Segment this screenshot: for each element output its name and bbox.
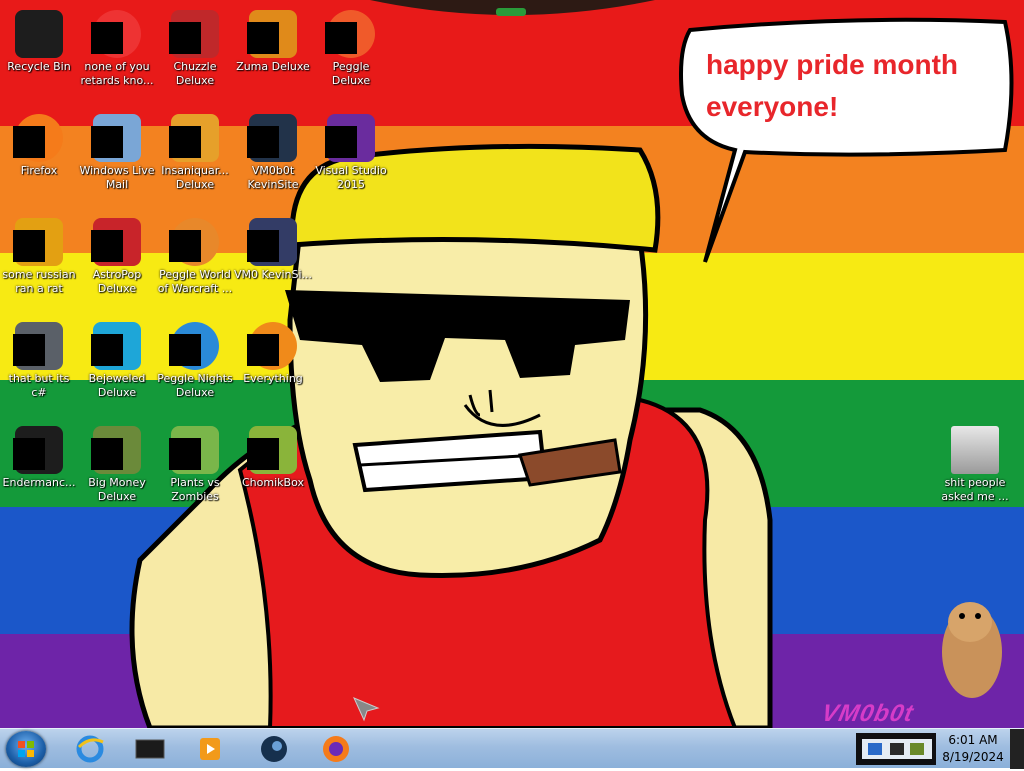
artist-signature: VM0b0t [819, 700, 917, 727]
desktop-icon-label: Endermanc... [2, 476, 76, 489]
desktop-icon-peggle[interactable]: Peggle Deluxe [312, 4, 390, 104]
clock-time: 6:01 AM [948, 733, 998, 747]
desktop-icon-label: Plants vs Zombies [170, 476, 220, 503]
desktop-icon-label: Peggle World of Warcraft ... [157, 268, 233, 295]
desktop-icon-peggle-nights[interactable]: Peggle Nights Deluxe [156, 316, 234, 416]
speech-bubble-text: happy pride month everyone! [706, 49, 958, 122]
console-icon [135, 739, 165, 759]
desktop-icon-label: Chuzzle Deluxe [173, 60, 217, 87]
desktop-icon-label: shit people asked me ... [941, 476, 1009, 503]
desktop-icon-executable[interactable]: some russian ran a rat [0, 212, 78, 312]
desktop-icon-label: Peggle Nights Deluxe [157, 372, 233, 399]
desktop-icon-label: Insaniquar... Deluxe [161, 164, 229, 191]
desktop-icon-label: ChomikBox [242, 476, 304, 489]
recycle-bin-icon [15, 10, 63, 58]
desktop-icon-big-money[interactable]: Big Money Deluxe [78, 420, 156, 520]
desktop-icon-label: Windows Live Mail [79, 164, 155, 191]
clock[interactable]: 6:01 AM 8/19/2024 [938, 732, 1008, 766]
desktop-icon-mail[interactable]: Windows Live Mail [78, 108, 156, 208]
desktop-icon-label: Firefox [20, 164, 58, 177]
desktop-icon-insaniquarium[interactable]: Insaniquar... Deluxe [156, 108, 234, 208]
taskbar-pin-console[interactable] [128, 731, 172, 767]
clock-date: 8/19/2024 [942, 750, 1004, 764]
desktop-icon-label: AstroPop Deluxe [92, 268, 142, 295]
desktop-icon-label: Peggle Deluxe [331, 60, 371, 87]
taskbar-pin-internet-explorer[interactable] [68, 731, 112, 767]
taskbar-pin-media-player[interactable] [188, 731, 232, 767]
desktop-icon-folder[interactable]: shit people asked me ... [936, 420, 1014, 520]
desktop-icon-label: Bejeweled Deluxe [88, 372, 146, 399]
taskbar-pin-firefox[interactable] [314, 731, 358, 767]
desktop-icon-label: VM0 KevinSi... [234, 268, 313, 281]
tray-app-icon[interactable] [910, 743, 924, 755]
desktop-icon-zuma[interactable]: Zuma Deluxe [234, 4, 312, 104]
desktop-icon-plants-vs-zombies[interactable]: Plants vs Zombies [156, 420, 234, 520]
desktop-icon-label: Zuma Deluxe [236, 60, 310, 73]
internet-explorer-icon [76, 735, 104, 763]
desktop-icon-kevinsite-2[interactable]: VM0 KevinSi... [234, 212, 312, 312]
desktop-icon-astropop[interactable]: AstroPop Deluxe [78, 212, 156, 312]
desktop-icon-label: Big Money Deluxe [88, 476, 146, 503]
taskbar: 6:01 AM 8/19/2024 [0, 728, 1024, 769]
desktop-icon-label: some russian ran a rat [2, 268, 76, 295]
desktop-icon-shortcut[interactable]: none of you retards kno... [78, 4, 156, 104]
desktop-icon-firefox[interactable]: Firefox [0, 108, 78, 208]
desktop-icon-label: VM0b0t KevinSite [247, 164, 299, 191]
start-button[interactable] [6, 731, 46, 767]
desktop-icon-kevinsite[interactable]: VM0b0t KevinSite [234, 108, 312, 208]
desktop-icon-documents[interactable]: that but its c# [0, 316, 78, 416]
desktop-icon-recycle-bin[interactable]: Recycle Bin [0, 4, 78, 104]
network-icon[interactable] [868, 743, 882, 755]
desktop-icon-everything[interactable]: Everything [234, 316, 312, 416]
show-desktop-button[interactable] [1010, 729, 1024, 769]
desktop-icon-chuzzle[interactable]: Chuzzle Deluxe [156, 4, 234, 104]
speaker-icon[interactable] [890, 743, 904, 755]
steam-icon [261, 736, 287, 762]
desktop-icon-label: none of you retards kno... [80, 60, 154, 87]
firefox-icon [323, 736, 349, 762]
desktop-icon-label: Visual Studio 2015 [315, 164, 387, 191]
taskbar-pin-steam[interactable] [252, 731, 296, 767]
desktop-icon-enderman[interactable]: Endermanc... [0, 420, 78, 520]
desktop-icon-label: Everything [243, 372, 303, 385]
desktop-icon-peggle-wow[interactable]: Peggle World of Warcraft ... [156, 212, 234, 312]
desktop[interactable]: happy pride month everyone! VM0b0t Recyc… [0, 0, 1024, 728]
desktop-icon-label: Recycle Bin [7, 60, 71, 73]
desktop-icon-bejeweled[interactable]: Bejeweled Deluxe [78, 316, 156, 416]
desktop-icon-label: that but its c# [8, 372, 70, 399]
desktop-icon-chomikbox[interactable]: ChomikBox [234, 420, 312, 520]
windows-logo-icon [18, 741, 34, 757]
folder-icon [951, 426, 999, 474]
desktop-icon-visual-studio[interactable]: Visual Studio 2015 [312, 108, 390, 208]
media-player-icon [200, 738, 220, 760]
